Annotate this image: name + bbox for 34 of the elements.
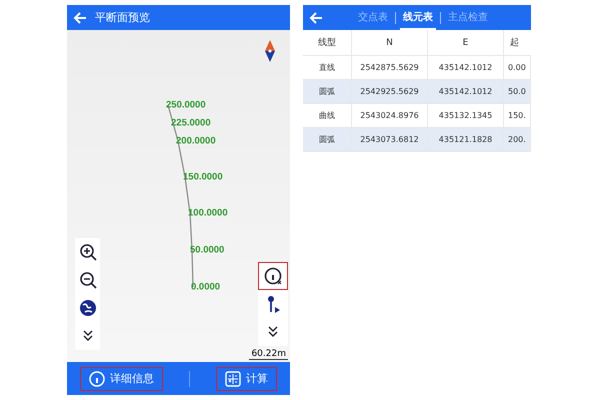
back-icon[interactable] [309, 10, 323, 24]
table-cell: 圆弧 [303, 128, 352, 152]
table-cell: 2543073.6812 [352, 128, 428, 152]
column-header: E [428, 30, 504, 56]
table-cell: 50.0 [504, 80, 530, 104]
table-cell: 200. [504, 128, 530, 152]
column-header: N [352, 30, 428, 56]
tab[interactable]: 交点表 [355, 5, 391, 30]
scale-bar: 60.22m [249, 349, 288, 360]
tool-button[interactable] [258, 262, 288, 290]
back-icon[interactable] [73, 10, 87, 24]
table-cell: 圆弧 [303, 80, 352, 104]
calculator-icon [225, 370, 241, 386]
column-header: 线型 [303, 30, 352, 56]
zoom-in-icon [78, 243, 96, 261]
action-button[interactable]: 计算 [216, 366, 277, 390]
station-label: 50.0000 [190, 244, 224, 256]
info-icon [89, 370, 105, 386]
zoom-out-icon [78, 271, 96, 289]
column-header: 起 [504, 30, 530, 56]
tab[interactable]: 主点检查 [445, 5, 491, 30]
compass-icon [264, 40, 276, 62]
station-label: 250.0000 [166, 100, 206, 110]
station-label: 100.0000 [188, 208, 228, 218]
table-cell: 2542925.5629 [352, 80, 428, 104]
table-cell: 435121.1828 [428, 128, 504, 152]
station-label: 225.0000 [171, 118, 211, 128]
action-button[interactable]: 详细信息 [80, 366, 163, 390]
table-cell: 435142.1012 [428, 80, 504, 104]
info-icon [264, 267, 282, 285]
screen-title: 平断面预览 [95, 10, 150, 25]
station-label: 200.0000 [176, 136, 216, 146]
station-label: 0.0000 [191, 282, 220, 292]
station-label: 150.0000 [183, 172, 223, 182]
